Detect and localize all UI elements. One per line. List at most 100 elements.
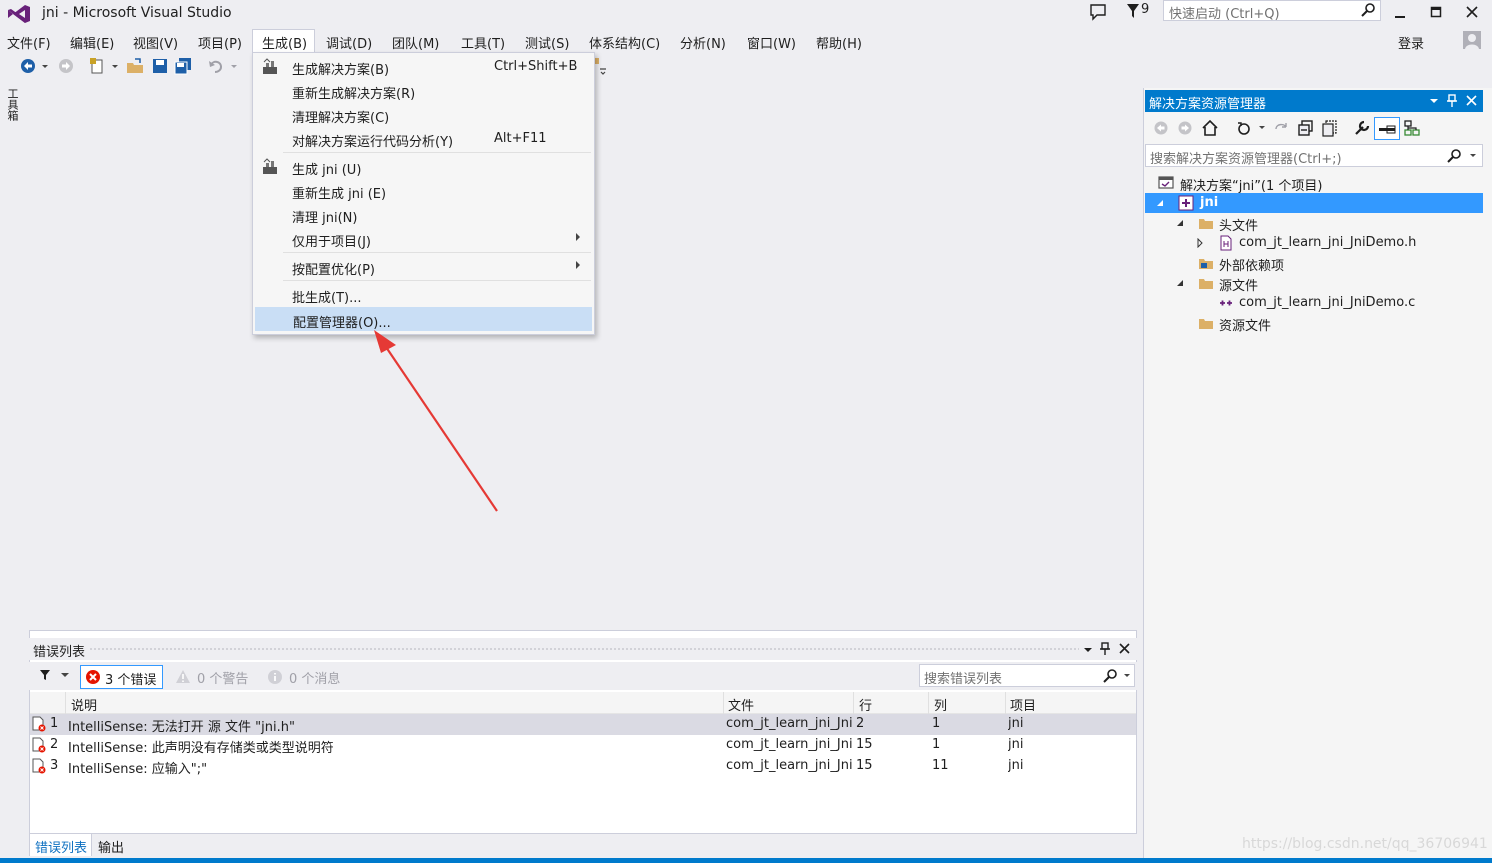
quick-launch-input[interactable]: 快速启动 (Ctrl+Q) bbox=[1163, 0, 1381, 22]
open-file-icon[interactable] bbox=[126, 57, 144, 75]
column-column[interactable]: 列 bbox=[934, 695, 947, 714]
dropdown-arrow-icon[interactable] bbox=[1083, 645, 1093, 655]
preview-icon bbox=[1379, 125, 1396, 134]
menu-item-clean-solution[interactable]: 清理解决方案(C) bbox=[255, 103, 592, 127]
back-icon[interactable] bbox=[1153, 120, 1169, 136]
menu-team[interactable]: 团队(M) bbox=[392, 31, 439, 53]
filter-icon[interactable] bbox=[39, 669, 51, 681]
tree-item-header-file[interactable]: com_jt_learn_jni_JniDemo.h bbox=[1145, 233, 1483, 253]
tree-item-source-files[interactable]: 源文件 bbox=[1145, 273, 1483, 294]
close-button[interactable] bbox=[1455, 0, 1489, 24]
feedback-icon[interactable] bbox=[1088, 2, 1108, 22]
sync-history-icon[interactable] bbox=[1235, 119, 1253, 137]
properties-wrench-icon[interactable] bbox=[1353, 119, 1371, 137]
show-all-files-icon[interactable] bbox=[1321, 119, 1339, 137]
column-line[interactable]: 行 bbox=[859, 695, 872, 714]
preview-selected-button[interactable] bbox=[1374, 117, 1400, 140]
maximize-button[interactable] bbox=[1419, 0, 1453, 24]
tree-item-external-deps[interactable]: 外部依赖项 bbox=[1145, 253, 1483, 274]
refresh-icon[interactable] bbox=[1273, 120, 1289, 136]
column-description[interactable]: 说明 bbox=[71, 695, 97, 714]
expanded-arrow-icon[interactable] bbox=[1155, 198, 1165, 208]
login-link[interactable]: 登录 bbox=[1398, 33, 1424, 52]
menu-help[interactable]: 帮助(H) bbox=[816, 31, 862, 53]
search-icon[interactable] bbox=[1360, 2, 1376, 18]
menu-project[interactable]: 项目(P) bbox=[198, 31, 242, 53]
menu-test[interactable]: 测试(S) bbox=[525, 31, 569, 53]
menu-item-pgo[interactable]: 按配置优化(P) bbox=[255, 255, 592, 279]
collapse-all-icon[interactable] bbox=[1297, 119, 1315, 137]
tree-item-source-file[interactable]: com_jt_learn_jni_JniDemo.c bbox=[1145, 293, 1483, 313]
dropdown-arrow-icon[interactable] bbox=[40, 57, 50, 75]
notification-count[interactable]: 9 bbox=[1141, 2, 1149, 17]
errors-filter-button[interactable]: 3 个错误 bbox=[80, 665, 163, 689]
navigate-back-icon[interactable] bbox=[19, 57, 37, 75]
menu-view[interactable]: 视图(V) bbox=[133, 31, 178, 53]
search-icon[interactable] bbox=[1102, 668, 1118, 684]
expanded-arrow-icon[interactable] bbox=[1175, 218, 1185, 228]
tree-item-header-files[interactable]: 头文件 bbox=[1145, 213, 1483, 234]
column-file[interactable]: 文件 bbox=[728, 695, 754, 714]
error-file-icon bbox=[32, 758, 46, 774]
menu-item-rebuild-jni[interactable]: 重新生成 jni (E) bbox=[255, 179, 592, 203]
expanded-arrow-icon[interactable] bbox=[1175, 278, 1185, 288]
dropdown-arrow-icon[interactable] bbox=[1429, 96, 1439, 106]
menu-edit[interactable]: 编辑(E) bbox=[70, 31, 114, 53]
menu-tools[interactable]: 工具(T) bbox=[461, 31, 505, 53]
tree-item-resource-files[interactable]: 资源文件 bbox=[1145, 313, 1483, 334]
menu-architecture[interactable]: 体系结构(C) bbox=[589, 31, 660, 53]
account-icon[interactable] bbox=[1462, 30, 1482, 50]
menu-window[interactable]: 窗口(W) bbox=[747, 31, 796, 53]
home-icon[interactable] bbox=[1201, 119, 1219, 137]
navigate-forward-icon[interactable] bbox=[57, 57, 75, 75]
menu-item-run-code-analysis[interactable]: 对解决方案运行代码分析(Y) Alt+F11 bbox=[255, 127, 592, 151]
error-row[interactable]: 2 IntelliSense: 此声明没有存储类或类型说明符 com_jt_le… bbox=[30, 735, 1136, 756]
menu-item-rebuild-solution[interactable]: 重新生成解决方案(R) bbox=[255, 79, 592, 103]
pin-icon[interactable] bbox=[1446, 94, 1458, 108]
solution-search-input[interactable]: 搜索解决方案资源管理器(Ctrl+;) bbox=[1145, 144, 1483, 167]
new-project-icon[interactable] bbox=[88, 57, 106, 75]
class-diagram-icon[interactable] bbox=[1403, 119, 1421, 137]
column-project[interactable]: 项目 bbox=[1010, 695, 1036, 714]
tree-item-solution[interactable]: 解决方案“jni”(1 个项目) bbox=[1145, 173, 1483, 194]
close-icon[interactable] bbox=[1119, 643, 1130, 654]
dropdown-arrow-icon[interactable] bbox=[229, 57, 239, 75]
menu-analyze[interactable]: 分析(N) bbox=[680, 31, 726, 53]
toolbox-tab[interactable]: 工具箱 bbox=[4, 88, 19, 121]
menu-item-build-jni[interactable]: 生成 jni (U) bbox=[255, 155, 592, 179]
dropdown-arrow-icon[interactable] bbox=[1257, 121, 1267, 133]
tree-item-project-jni[interactable]: jni bbox=[1145, 193, 1483, 213]
dropdown-arrow-icon[interactable] bbox=[110, 57, 120, 75]
error-row[interactable]: 3 IntelliSense: 应输入";" com_jt_learn_jni_… bbox=[30, 756, 1136, 777]
build-icon bbox=[263, 58, 277, 74]
menu-item-build-solution[interactable]: 生成解决方案(B) Ctrl+Shift+B bbox=[255, 55, 592, 79]
menu-item-clean-jni[interactable]: 清理 jni(N) bbox=[255, 203, 592, 227]
menu-item-project-only[interactable]: 仅用于项目(J) bbox=[255, 227, 592, 251]
menu-debug[interactable]: 调试(D) bbox=[326, 31, 372, 53]
submenu-arrow-icon bbox=[576, 261, 580, 269]
save-all-icon[interactable] bbox=[174, 57, 192, 75]
menu-build[interactable]: 生成(B) bbox=[262, 31, 307, 53]
build-icon bbox=[263, 158, 277, 174]
minimize-button[interactable] bbox=[1383, 0, 1417, 24]
menu-file[interactable]: 文件(F) bbox=[7, 31, 51, 53]
pin-icon[interactable] bbox=[1099, 642, 1111, 656]
tab-output[interactable]: 输出 bbox=[98, 837, 124, 856]
search-icon[interactable] bbox=[1446, 148, 1462, 164]
forward-icon[interactable] bbox=[1177, 120, 1193, 136]
menu-item-batch-build[interactable]: 批生成(T)... bbox=[255, 283, 592, 307]
undo-icon[interactable] bbox=[207, 57, 225, 75]
error-number: 3 bbox=[50, 758, 59, 773]
dropdown-arrow-icon[interactable] bbox=[60, 670, 70, 680]
notification-flag-icon[interactable] bbox=[1124, 2, 1142, 20]
error-line: 2 bbox=[856, 716, 865, 731]
save-icon[interactable] bbox=[151, 57, 169, 75]
error-number: 1 bbox=[50, 716, 59, 731]
close-icon[interactable] bbox=[1466, 95, 1477, 106]
dropdown-arrow-icon[interactable] bbox=[1468, 150, 1478, 162]
collapsed-arrow-icon[interactable] bbox=[1195, 238, 1205, 248]
tab-error-list[interactable]: 错误列表 bbox=[35, 837, 87, 856]
error-row[interactable]: 1 IntelliSense: 无法打开 源 文件 "jni.h" com_jt… bbox=[30, 714, 1136, 735]
dropdown-arrow-icon[interactable] bbox=[1122, 670, 1132, 682]
error-search-input[interactable]: 搜索错误列表 bbox=[919, 664, 1135, 687]
